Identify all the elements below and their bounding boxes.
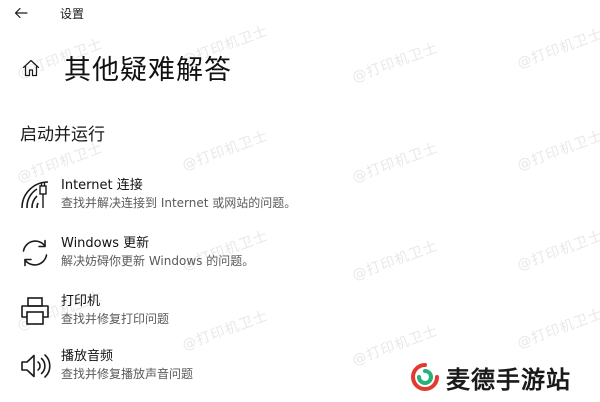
item-title: Windows 更新 <box>61 236 150 251</box>
watermark: @打印机卫士 <box>515 228 600 274</box>
item-title: Internet 连接 <box>61 178 143 193</box>
watermark: @打印机卫士 <box>350 40 441 86</box>
item-description: 查找并修复播放声音问题 <box>61 367 194 381</box>
page-header: 其他疑难解答 <box>20 50 231 86</box>
section-heading: 启动并运行 <box>20 125 105 145</box>
item-description: 查找并修复打印问题 <box>61 312 170 326</box>
troubleshooter-item-windows-update[interactable]: Windows 更新 解决妨碍你更新 Windows 的问题。 <box>18 232 378 276</box>
item-title: 打印机 <box>61 294 101 309</box>
troubleshooter-item-printer[interactable]: 打印机 查找并修复打印问题 <box>18 290 378 334</box>
speaker-icon <box>18 349 52 383</box>
title-bar: 设置 <box>0 0 600 26</box>
wifi-signal-icon <box>18 178 52 212</box>
home-icon[interactable] <box>20 57 42 79</box>
troubleshooter-item-audio[interactable]: 播放音频 查找并修复播放声音问题 <box>18 345 378 389</box>
watermark: @打印机卫士 <box>180 128 271 174</box>
brand-logo-icon <box>411 363 439 391</box>
refresh-icon <box>18 236 52 270</box>
back-button[interactable] <box>10 3 32 23</box>
watermark: @打印机卫士 <box>515 128 600 174</box>
watermark: @打印机卫士 <box>515 306 600 352</box>
brand-watermark: 麦德手游站 <box>410 360 571 394</box>
item-title: 播放音频 <box>61 349 114 364</box>
item-description: 查找并解决连接到 Internet 或网站的问题。 <box>61 196 297 210</box>
troubleshooter-item-internet[interactable]: Internet 连接 查找并解决连接到 Internet 或网站的问题。 <box>18 174 378 218</box>
watermark: @打印机卫士 <box>515 26 600 72</box>
brand-name: 麦德手游站 <box>446 365 571 394</box>
back-arrow-icon <box>14 7 28 19</box>
item-description: 解决妨碍你更新 Windows 的问题。 <box>61 254 255 268</box>
printer-icon <box>18 294 52 328</box>
page-title: 其他疑难解答 <box>64 55 232 86</box>
app-title: 设置 <box>60 7 85 21</box>
